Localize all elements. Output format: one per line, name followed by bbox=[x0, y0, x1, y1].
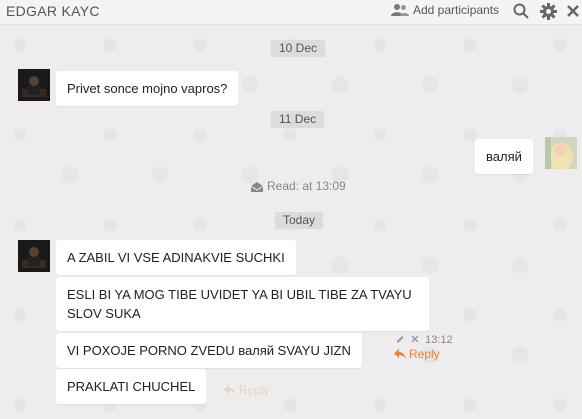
reply-label: Reply bbox=[409, 347, 440, 361]
date-separator: Today bbox=[275, 212, 324, 229]
reply-arrow-icon bbox=[394, 349, 406, 359]
message-bubble[interactable]: ESLI BI YA MOG TIBE UVIDET YA BI UBIL TI… bbox=[56, 277, 429, 331]
message-area[interactable]: 10 Dec Privet sonce mojno vapros? 11 Dec… bbox=[0, 25, 582, 419]
envelope-open-icon bbox=[251, 181, 263, 192]
message-bubble[interactable]: PRAKLATI CHUCHEL bbox=[56, 369, 207, 404]
gear-icon[interactable] bbox=[540, 3, 557, 20]
add-participants-label: Add participants bbox=[413, 3, 500, 17]
avatar[interactable] bbox=[545, 137, 577, 169]
date-separator: 10 Dec bbox=[271, 40, 326, 57]
delete-icon[interactable] bbox=[411, 335, 419, 343]
add-participants-button[interactable]: Add participants bbox=[391, 3, 499, 17]
message-bubble[interactable]: A ZABIL VI VSE ADINAKVIE SUCHKI bbox=[56, 240, 296, 275]
chat-header: EDGAR KAYC Add participants bbox=[0, 0, 582, 25]
reply-button-faded[interactable]: Reply bbox=[224, 383, 270, 397]
message-time: 13:12 bbox=[425, 334, 453, 346]
reply-button[interactable]: Reply bbox=[394, 347, 440, 361]
edit-icon[interactable] bbox=[396, 334, 405, 343]
message-bubble[interactable]: Privet sonce mojno vapros? bbox=[56, 71, 239, 106]
read-status-text: Read: at 13:09 bbox=[267, 179, 346, 193]
message-bubble-own[interactable]: валяй bbox=[475, 139, 533, 174]
avatar[interactable] bbox=[18, 240, 50, 272]
close-icon[interactable] bbox=[566, 3, 580, 19]
reply-arrow-icon bbox=[224, 385, 236, 395]
add-participants-icon bbox=[391, 4, 409, 16]
search-icon[interactable] bbox=[513, 3, 529, 19]
message-meta: 13:12 bbox=[396, 334, 453, 346]
reply-label: Reply bbox=[239, 383, 270, 397]
message-bubble[interactable]: VI POXOJE PORNO ZVEDU валяй SVAYU JIZN bbox=[56, 333, 362, 368]
date-separator: 11 Dec bbox=[271, 111, 325, 128]
read-status: Read: at 13:09 bbox=[251, 179, 346, 193]
avatar[interactable] bbox=[18, 69, 50, 101]
chat-title: EDGAR KAYC bbox=[6, 3, 100, 19]
